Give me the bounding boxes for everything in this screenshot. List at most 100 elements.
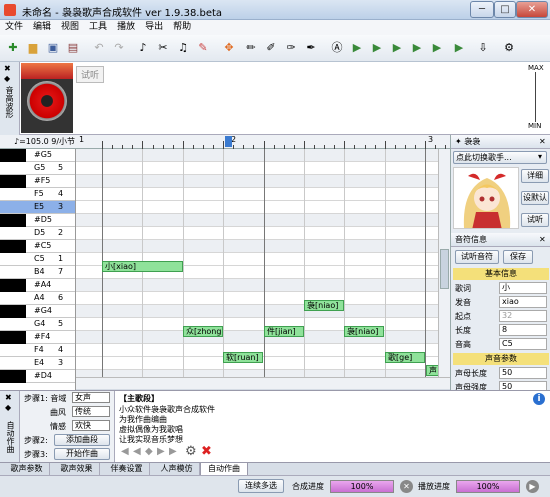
play-loop-icon[interactable]: ▶ [428,39,446,57]
add-section-button[interactable]: 添加曲段 [54,434,110,446]
detail-button[interactable]: 详细 [521,169,549,183]
menu-help[interactable]: 帮助 [168,20,196,35]
save-as-icon[interactable]: ▤ [64,39,82,57]
play-from-cursor-icon[interactable]: ▶ [408,39,426,57]
close-icon[interactable]: ✕ [539,233,546,247]
field-input[interactable]: 小 [499,282,547,294]
open-folder-icon[interactable]: ▆ [24,39,42,57]
pin-panel-icon[interactable]: ◆ [5,403,11,412]
field-input[interactable]: 50 [499,381,547,390]
menu-export[interactable]: 导出 [140,20,168,35]
brush-icon[interactable]: ✑ [282,39,300,57]
close-panel-icon[interactable]: ✖ [4,64,11,73]
piano-key[interactable]: #A4 [0,279,75,292]
cut-icon[interactable]: ✂ [154,39,172,57]
close-icon[interactable]: ✕ [539,135,546,149]
play-note-icon[interactable]: ▶ [348,39,366,57]
note-block[interactable]: 软[ruan] [223,352,263,363]
piano-key[interactable]: #F5 [0,175,75,188]
menu-file[interactable]: 文件 [0,20,28,35]
minimize-button[interactable]: ─ [470,1,494,18]
delete-icon[interactable]: ✖ [201,444,212,459]
menu-edit[interactable]: 编辑 [28,20,56,35]
arrow-right-icon[interactable]: ▶ [169,446,177,457]
menu-view[interactable]: 视图 [56,20,84,35]
save-icon[interactable]: ▣ [44,39,62,57]
eraser-icon[interactable]: ✎ [194,39,212,57]
piano-key[interactable]: #F4 [0,331,75,344]
info-icon[interactable]: i [533,393,545,405]
lyrics-area[interactable]: 【主歌段】 小众软件袅袅歌声合成软件 为我作曲编曲 虚拟偶像为我歌唱 让我实现音… [114,391,550,463]
note-grid[interactable]: 小[xiao] 袅[niao] 众[zhong] 件[jian] 袅[niao]… [76,149,438,377]
piano-key[interactable]: E5 3 [0,201,75,214]
menu-play[interactable]: 播放 [112,20,140,35]
arrow-right-icon[interactable]: ▶ [157,446,165,457]
save-note-button[interactable]: 保存 [503,250,533,264]
piano-key[interactable]: #D5 [0,214,75,227]
field-input[interactable]: xiao [499,296,547,308]
piano-key[interactable]: D5 2 [0,227,75,240]
new-file-icon[interactable]: ✚ [4,39,22,57]
field-input[interactable]: 8 [499,324,547,336]
piano-key[interactable]: #C5 [0,240,75,253]
undo-icon[interactable]: ↶ [90,39,108,57]
horizontal-scrollbar[interactable] [76,377,450,389]
maximize-button[interactable]: □ [494,1,516,18]
arrow-left-icon[interactable]: ◀ [133,446,141,457]
stop-icon[interactable]: ▶ [450,39,468,57]
multi-select-button[interactable]: 连续多选 [238,479,284,493]
piano-key[interactable]: G4 5 [0,318,75,331]
settings-gear-icon[interactable]: ⚙ [185,444,197,459]
note-block[interactable]: 众[zhong] [183,326,223,337]
note-block[interactable]: 声 [426,365,438,376]
piano-key[interactable]: F5 4 [0,188,75,201]
line-tool-icon[interactable]: ✒ [302,39,320,57]
piano-key[interactable]: E4 3 [0,357,75,370]
menu-tools[interactable]: 工具 [84,20,112,35]
pin-panel-icon[interactable]: ◆ [4,74,10,83]
play-icon[interactable]: ▶ [526,480,539,493]
note-block[interactable]: 小[xiao] [102,261,183,272]
set-default-button[interactable]: 设默认 [521,191,549,205]
range-select[interactable]: 女声 [72,392,110,403]
start-compose-button[interactable]: 开始作曲 [54,448,110,460]
redo-icon[interactable]: ↷ [110,39,128,57]
playhead-marker[interactable] [225,136,232,147]
emotion-select[interactable]: 欢快 [72,420,110,431]
pencil-icon[interactable]: ✏ [242,39,260,57]
switch-singer-dropdown[interactable]: 点此切换歌手... ▾ [453,151,547,164]
cancel-synth-icon[interactable]: ✕ [400,480,413,493]
timeline-ruler[interactable]: 1 2 3 [76,135,450,149]
field-input[interactable]: C5 [499,338,547,350]
piano-key[interactable]: G5 5 [0,162,75,175]
play-selection-icon[interactable]: ▶ [368,39,386,57]
arrow-up-icon[interactable]: ◆ [145,446,153,457]
note-block[interactable]: 歌[ge] [385,352,425,363]
piano-key[interactable]: F4 4 [0,344,75,357]
piano-key[interactable]: #D4 [0,370,75,383]
piano-key[interactable]: #G5 [0,149,75,162]
note-icon[interactable]: ♪ [134,39,152,57]
close-panel-icon[interactable]: ✖ [5,393,12,402]
piano-key[interactable]: C5 1 [0,253,75,266]
note-block[interactable]: 袅[niao] [344,326,384,337]
piano-key[interactable]: B4 7 [0,266,75,279]
copy-note-icon[interactable]: ♫ [174,39,192,57]
more-tools-icon[interactable]: ⚙ [500,39,518,57]
vertical-scroll-thumb[interactable] [440,249,449,289]
note-block[interactable]: 袅[niao] [304,300,344,311]
arrow-left-icon[interactable]: ◀ [121,446,129,457]
audition-note-button[interactable]: 试听音符 [455,250,499,264]
export-icon[interactable]: ⇩ [474,39,492,57]
vertical-scrollbar[interactable] [438,149,450,377]
note-block[interactable]: 件[jian] [264,326,304,337]
lyrics-icon[interactable]: Ⓐ [328,39,346,57]
style-select[interactable]: 传统 [72,406,110,417]
tempo-label[interactable]: ♪=105.0 9/小节 [14,136,75,147]
audition-button[interactable]: 试听 [521,213,549,227]
field-input[interactable]: 32 [499,310,547,322]
field-input[interactable]: 50 [499,367,547,379]
piano-key[interactable]: A4 6 [0,292,75,305]
move-icon[interactable]: ✥ [220,39,238,57]
pen-tool-icon[interactable]: ✐ [262,39,280,57]
